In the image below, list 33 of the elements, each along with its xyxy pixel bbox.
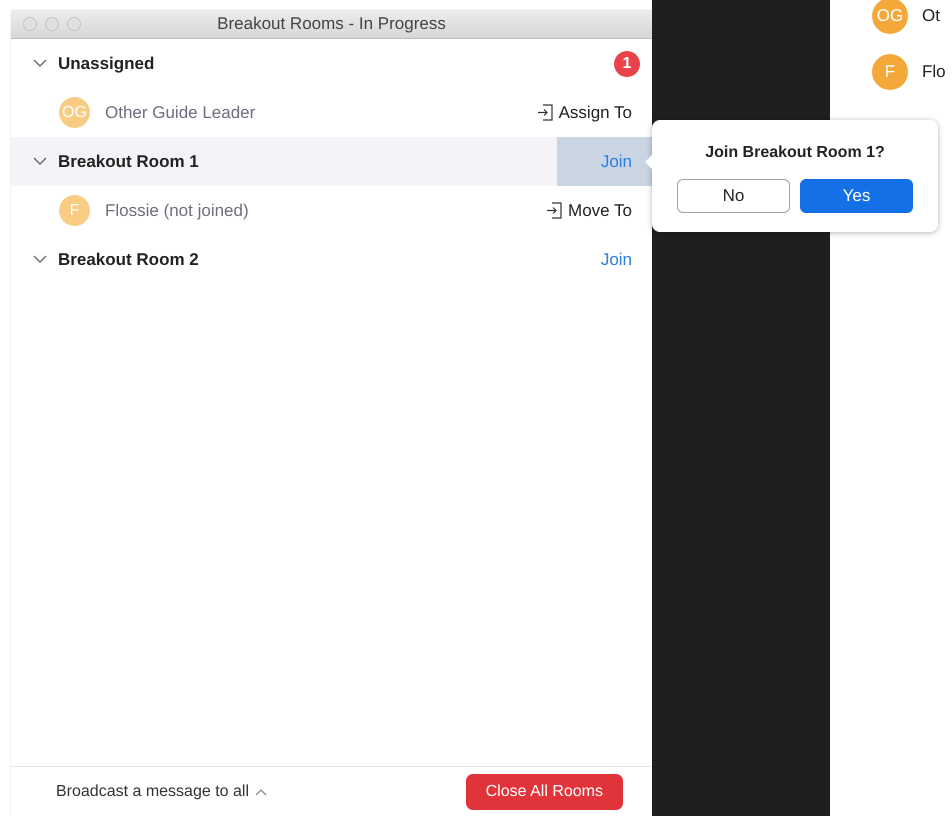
count-badge: 1 (614, 50, 640, 76)
chevron-icon (33, 59, 47, 68)
room-name: Breakout Room 2 (58, 248, 199, 271)
close-all-rooms-button[interactable]: Close All Rooms (466, 774, 623, 810)
popup-button[interactable]: No (677, 179, 790, 213)
avatar: OG (59, 97, 90, 128)
avatar: F (59, 195, 90, 226)
broadcast-button[interactable]: Broadcast a message to all (56, 780, 267, 804)
assign-button[interactable]: Assign To (536, 100, 632, 126)
participant-name: Flossie (not joined) (105, 200, 249, 222)
window-title: Breakout Rooms - In Progress (217, 14, 446, 34)
assign-button[interactable]: Move To (546, 198, 632, 224)
room-name: Breakout Room 1 (58, 150, 199, 173)
avatar: OG (872, 0, 908, 34)
chevron-icon (33, 255, 47, 264)
participant-name: Flo (922, 61, 946, 84)
chevron-icon (33, 157, 47, 166)
popup-question: Join Breakout Room 1? (704, 143, 886, 163)
window-control-button[interactable] (67, 17, 81, 31)
participant-name: Ot (922, 5, 940, 28)
avatar: F (872, 54, 908, 90)
room-row[interactable]: Breakout Room 1 Join (11, 137, 652, 186)
join-button[interactable]: Join (557, 235, 652, 284)
enter-icon (546, 202, 564, 219)
room-row[interactable]: Breakout Room 2 Join (11, 235, 652, 284)
participant-name: Other Guide Leader (105, 102, 256, 124)
room-row[interactable]: Unassigned 1 (11, 39, 652, 88)
window-control-button[interactable] (23, 17, 37, 31)
enter-icon (536, 104, 554, 121)
popup-button[interactable]: Yes (800, 179, 913, 213)
room-name: Unassigned (58, 52, 154, 75)
chevron-up-icon (255, 788, 267, 796)
window-control-button[interactable] (45, 17, 59, 31)
